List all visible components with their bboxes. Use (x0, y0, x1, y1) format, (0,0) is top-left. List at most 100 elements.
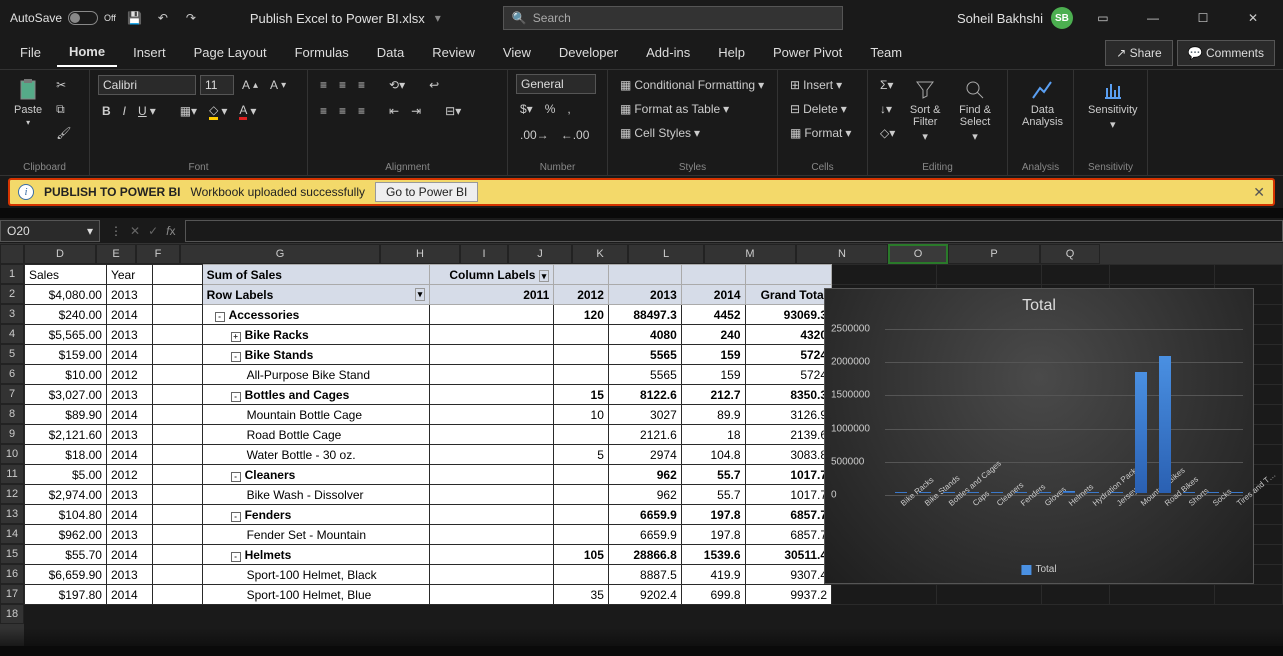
border-icon[interactable]: ▦▾ (176, 100, 201, 122)
user-avatar[interactable]: SB (1051, 7, 1073, 29)
cell[interactable]: 2121.6 (608, 425, 681, 445)
cell[interactable] (152, 465, 202, 485)
cell[interactable] (152, 305, 202, 325)
bold-button[interactable]: B (98, 100, 115, 122)
row-header[interactable]: 3 (0, 304, 24, 324)
accounting-icon[interactable]: $▾ (516, 98, 537, 120)
chart-bar[interactable] (1015, 492, 1027, 493)
col-header[interactable]: G (180, 244, 380, 264)
cell[interactable]: 699.8 (681, 585, 745, 605)
col-header[interactable]: P (948, 244, 1040, 264)
cell[interactable]: 197.8 (681, 505, 745, 525)
chart-bar[interactable] (919, 492, 931, 493)
cell[interactable]: Road Bottle Cage (202, 425, 430, 445)
cell[interactable] (1041, 265, 1109, 285)
cell[interactable]: 2014 (106, 405, 152, 425)
cell[interactable] (430, 425, 554, 445)
row-header[interactable]: 5 (0, 344, 24, 364)
cell[interactable]: 2013 (106, 565, 152, 585)
cell[interactable]: -Fenders (202, 505, 430, 525)
format-painter-icon[interactable]: 🖌 (52, 122, 75, 144)
cell[interactable]: 6857.7 (745, 505, 832, 525)
chart-bar[interactable] (1039, 492, 1051, 493)
col-header[interactable]: I (460, 244, 508, 264)
wrap-text-icon[interactable]: ↩ (425, 74, 443, 96)
formula-bar[interactable] (185, 220, 1283, 242)
chart-bar[interactable] (1135, 372, 1147, 494)
cell[interactable]: Water Bottle - 30 oz. (202, 445, 430, 465)
chart-bar[interactable] (1183, 492, 1195, 493)
cell[interactable]: 2013 (106, 485, 152, 505)
cell[interactable] (430, 545, 554, 565)
cell[interactable]: 197.8 (681, 525, 745, 545)
cell[interactable] (1109, 585, 1214, 605)
cell[interactable]: 2012 (106, 465, 152, 485)
cell[interactable]: -Helmets (202, 545, 430, 565)
cell[interactable] (554, 565, 609, 585)
cell[interactable] (608, 265, 681, 285)
col-header[interactable]: E (96, 244, 136, 264)
search-input[interactable]: 🔍 Search (503, 6, 843, 30)
autosum-icon[interactable]: Σ▾ (876, 74, 899, 96)
fill-color-icon[interactable]: ◇▾ (205, 100, 231, 122)
cell[interactable]: Sport-100 Helmet, Black (202, 565, 430, 585)
cell[interactable]: $6,659.90 (25, 565, 107, 585)
cell[interactable]: 2012 (106, 365, 152, 385)
decrease-decimal-icon[interactable]: ←.00 (557, 124, 594, 146)
cell[interactable]: -Accessories (202, 305, 430, 325)
tab-view[interactable]: View (491, 39, 543, 66)
cell[interactable]: 240 (681, 325, 745, 345)
tab-page-layout[interactable]: Page Layout (182, 39, 279, 66)
col-header[interactable]: F (136, 244, 180, 264)
cell[interactable]: 9937.2 (745, 585, 832, 605)
cell[interactable]: 962 (608, 485, 681, 505)
cell[interactable] (152, 585, 202, 605)
col-header[interactable]: M (704, 244, 796, 264)
cell[interactable] (430, 385, 554, 405)
autosave-toggle[interactable] (68, 11, 98, 25)
tab-add-ins[interactable]: Add-ins (634, 39, 702, 66)
tab-home[interactable]: Home (57, 38, 117, 67)
cell[interactable] (430, 345, 554, 365)
cell[interactable] (430, 405, 554, 425)
cell[interactable]: 8887.5 (608, 565, 681, 585)
cell[interactable] (152, 385, 202, 405)
row-header[interactable]: 13 (0, 504, 24, 524)
col-header[interactable]: H (380, 244, 460, 264)
cell-styles-button[interactable]: ▦ Cell Styles ▾ (616, 122, 704, 144)
delete-cells-button[interactable]: ⊟ Delete ▾ (786, 98, 851, 120)
fx-icon[interactable]: fx (166, 224, 175, 238)
cell[interactable]: 55.7 (681, 485, 745, 505)
comments-button[interactable]: 💬 Comments (1177, 40, 1275, 66)
row-header[interactable]: 11 (0, 464, 24, 484)
cell[interactable]: Mountain Bottle Cage (202, 405, 430, 425)
row-header[interactable]: 9 (0, 424, 24, 444)
cell[interactable]: 35 (554, 585, 609, 605)
col-header[interactable]: Q (1040, 244, 1100, 264)
ribbon-display-icon[interactable]: ▭ (1083, 3, 1123, 33)
redo-icon[interactable]: ↷ (182, 9, 200, 27)
cell[interactable]: 5 (554, 445, 609, 465)
row-header[interactable]: 17 (0, 584, 24, 604)
cell[interactable] (554, 525, 609, 545)
cell[interactable] (832, 265, 937, 285)
cell[interactable]: 2013 (106, 385, 152, 405)
cell[interactable] (152, 365, 202, 385)
chart-bar[interactable] (1159, 356, 1171, 493)
increase-decimal-icon[interactable]: .00→ (516, 124, 553, 146)
cell[interactable]: 3027 (608, 405, 681, 425)
cell[interactable]: 419.9 (681, 565, 745, 585)
tab-help[interactable]: Help (706, 39, 757, 66)
cell[interactable] (681, 265, 745, 285)
insert-cells-button[interactable]: ⊞ Insert ▾ (786, 74, 846, 96)
name-box[interactable]: O20▾ (0, 220, 100, 242)
tab-power-pivot[interactable]: Power Pivot (761, 39, 854, 66)
cell[interactable]: 6857.7 (745, 525, 832, 545)
cell[interactable] (554, 425, 609, 445)
cell[interactable] (152, 425, 202, 445)
cell[interactable]: 6659.9 (608, 505, 681, 525)
cell[interactable]: $10.00 (25, 365, 107, 385)
cell[interactable]: Row Labels ▾ (202, 285, 430, 305)
cut-icon[interactable]: ✂ (52, 74, 75, 96)
cell[interactable]: 2014 (106, 505, 152, 525)
